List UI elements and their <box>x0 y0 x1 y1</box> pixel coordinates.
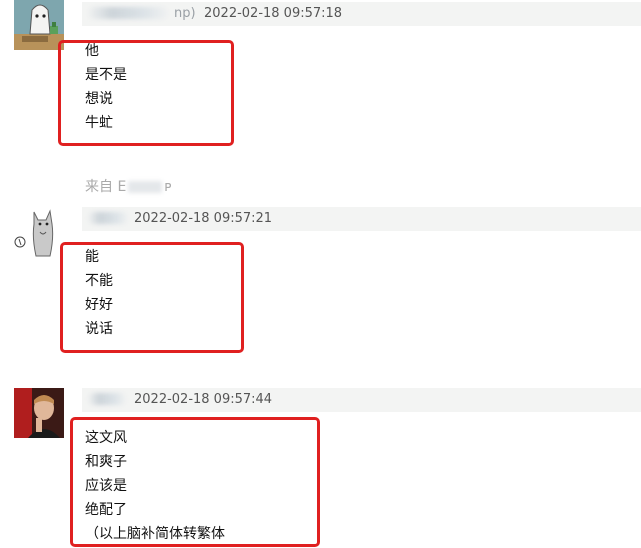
timestamp-1: 2022-02-18 09:57:18 <box>204 6 343 21</box>
ghost-cartoon-avatar-icon <box>14 0 64 50</box>
timestamp-2: 2022-02-18 09:57:21 <box>134 211 273 226</box>
source-prefix: 来自 <box>85 179 113 195</box>
message-header-3: 2022-02-18 09:57:44 <box>82 388 641 412</box>
source-line: 来自 Eᴘ <box>85 176 172 196</box>
man-portrait-avatar-icon <box>14 388 64 438</box>
message-header-2: 2022-02-18 09:57:21 <box>82 207 641 231</box>
chat-screenshot: np) 2022-02-18 09:57:18 他 是不是 想说 牛虻 来自 E… <box>0 0 641 548</box>
message-header-1: np) 2022-02-18 09:57:18 <box>82 2 641 26</box>
redacted-sender-2 <box>88 212 128 224</box>
user-avatar-2[interactable] <box>12 208 62 258</box>
user-avatar-1[interactable] <box>14 0 64 50</box>
source-fragment-1: E <box>117 179 127 195</box>
highlight-box-3 <box>70 417 320 547</box>
timestamp-3: 2022-02-18 09:57:44 <box>134 392 273 407</box>
sender-name-1: np) <box>174 6 196 21</box>
highlight-box-2 <box>60 242 244 353</box>
redacted-source <box>128 181 163 193</box>
redacted-sender-3 <box>88 393 126 405</box>
sketched-cat-avatar-icon <box>12 208 62 258</box>
source-fragment-2: ᴘ <box>164 179 172 195</box>
redacted-sender-1 <box>88 7 168 19</box>
highlight-box-1 <box>58 40 234 146</box>
user-avatar-3[interactable] <box>14 388 64 438</box>
